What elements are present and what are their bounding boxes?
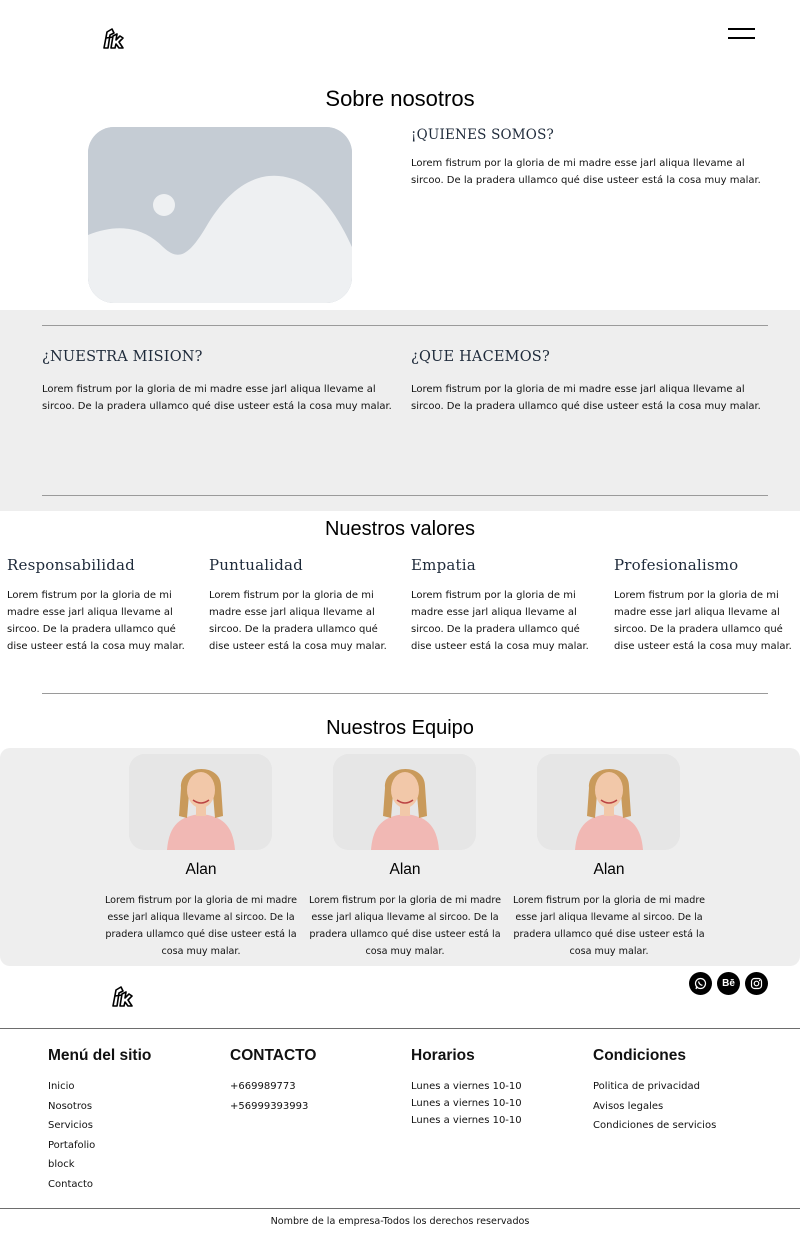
divider xyxy=(0,1028,800,1029)
phone-link[interactable]: +669989773 xyxy=(230,1077,308,1097)
footer-link-nosotros[interactable]: Nosotros xyxy=(48,1097,95,1117)
mission-heading: ¿NUESTRA MISION? xyxy=(42,349,203,365)
member-name: Alan xyxy=(389,861,421,878)
value-text: Lorem fistrum por la gloria de mi madre … xyxy=(209,590,387,652)
value-text: Lorem fistrum por la gloria de mi madre … xyxy=(411,590,589,652)
hours-item: Lunes a viernes 10-10 xyxy=(411,1098,522,1109)
footer-menu-list: Inicio Nosotros Servicios Portafolio blo… xyxy=(48,1077,95,1194)
member-photo xyxy=(537,754,680,850)
value-heading: Puntualidad xyxy=(209,556,303,574)
about-title: Sobre nosotros xyxy=(325,86,475,111)
footer-link-servicios[interactable]: Servicios xyxy=(48,1116,95,1136)
who-heading: ¡QUIENES SOMOS? xyxy=(411,127,554,143)
behance-icon[interactable]: Bē xyxy=(717,972,740,995)
hours-item: Lunes a viernes 10-10 xyxy=(411,1081,522,1092)
what-heading: ¿QUE HACEMOS? xyxy=(411,349,550,365)
divider xyxy=(42,325,768,326)
member-text: Lorem fistrum por la gloria de mi madre … xyxy=(308,895,502,957)
hamburger-menu-icon[interactable] xyxy=(728,28,755,40)
member-name: Alan xyxy=(185,861,217,878)
footer-menu-heading: Menú del sitio xyxy=(48,1047,152,1064)
member-text: Lorem fistrum por la gloria de mi madre … xyxy=(512,895,706,957)
divider xyxy=(0,1208,800,1209)
footer-hours-heading: Horarios xyxy=(411,1047,475,1064)
member-text: Lorem fistrum por la gloria de mi madre … xyxy=(104,895,298,957)
member-photo xyxy=(333,754,476,850)
footer-hours-list: Lunes a viernes 10-10 Lunes a viernes 10… xyxy=(411,1078,522,1129)
footer-conditions-list: Politica de privacidad Avisos legales Co… xyxy=(593,1077,716,1136)
hours-item: Lunes a viernes 10-10 xyxy=(411,1115,522,1126)
footer-conditions-heading: Condiciones xyxy=(593,1047,687,1064)
value-heading: Responsabilidad xyxy=(7,556,135,574)
values-title: Nuestros valores xyxy=(324,518,476,540)
image-placeholder-icon xyxy=(88,127,352,303)
footer-logo-icon[interactable] xyxy=(109,984,135,1008)
footer-link-block[interactable]: block xyxy=(48,1155,95,1175)
legal-notices-link[interactable]: Avisos legales xyxy=(593,1097,716,1117)
value-text: Lorem fistrum por la gloria de mi madre … xyxy=(614,590,792,652)
whatsapp-icon[interactable] xyxy=(689,972,712,995)
privacy-policy-link[interactable]: Politica de privacidad xyxy=(593,1077,716,1097)
mission-text: Lorem fistrum por la gloria de mi madre … xyxy=(42,384,392,412)
value-text: Lorem fistrum por la gloria de mi madre … xyxy=(7,590,185,652)
divider xyxy=(42,495,768,496)
instagram-icon[interactable] xyxy=(745,972,768,995)
footer-contact-heading: CONTACTO xyxy=(230,1047,317,1064)
brand-logo-icon[interactable] xyxy=(100,26,126,50)
footer-link-contacto[interactable]: Contacto xyxy=(48,1175,95,1195)
member-photo xyxy=(129,754,272,850)
value-heading: Empatia xyxy=(411,556,476,574)
team-title: Nuestros Equipo xyxy=(326,717,474,739)
what-text: Lorem fistrum por la gloria de mi madre … xyxy=(411,384,761,412)
footer-contact-list: +669989773 +56999393993 xyxy=(230,1077,308,1116)
value-heading: Profesionalismo xyxy=(614,556,739,574)
who-text: Lorem fistrum por la gloria de mi madre … xyxy=(411,158,761,186)
phone-link[interactable]: +56999393993 xyxy=(230,1097,308,1117)
divider xyxy=(42,693,768,694)
terms-of-service-link[interactable]: Condiciones de servicios xyxy=(593,1116,716,1136)
copyright-text: Nombre de la empresa-Todos los derechos … xyxy=(270,1216,530,1227)
member-name: Alan xyxy=(593,861,625,878)
footer-link-portafolio[interactable]: Portafolio xyxy=(48,1136,95,1156)
footer-link-inicio[interactable]: Inicio xyxy=(48,1077,95,1097)
